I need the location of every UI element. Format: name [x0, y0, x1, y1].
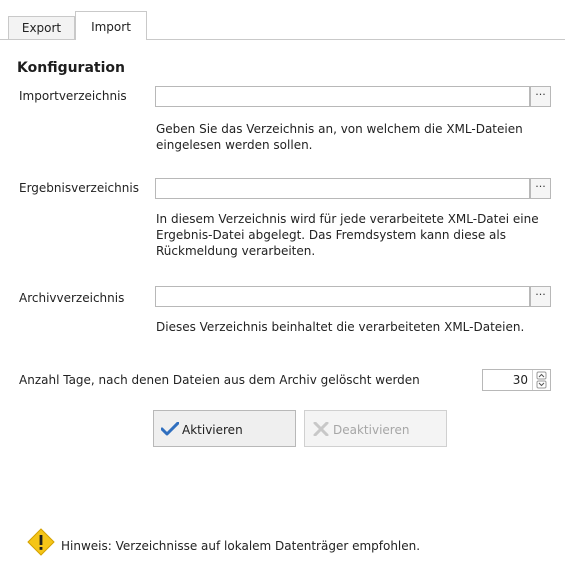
deactivate-button[interactable]: Deaktivieren [304, 410, 447, 447]
tab-bar: Export Import [0, 0, 565, 40]
import-dir-browse-button[interactable]: ··· [530, 86, 551, 107]
archive-dir-help: Dieses Verzeichnis beinhaltet die verarb… [156, 319, 524, 335]
result-dir-help: In diesem Verzeichnis wird für jede vera… [156, 211, 539, 259]
import-dir-label: Importverzeichnis [19, 89, 127, 103]
import-dir-input[interactable] [155, 86, 530, 107]
result-dir-help-line: Rückmeldung verarbeiten. [156, 244, 316, 258]
archive-dir-browse-button[interactable]: ··· [530, 286, 551, 307]
archive-dir-input[interactable] [155, 286, 530, 307]
hint-text: Hinweis: Verzeichnisse auf lokalem Daten… [61, 539, 421, 553]
import-dir-help-line: eingelesen werden sollen. [156, 138, 313, 152]
activate-label: Aktivieren [182, 423, 243, 437]
days-value: 30 [512, 373, 528, 387]
deactivate-label: Deaktivieren [333, 423, 410, 437]
result-dir-label: Ergebnisverzeichnis [19, 181, 139, 195]
spin-arrows-icon [536, 371, 547, 389]
import-dir-help-line: Geben Sie das Verzeichnis an, von welche… [156, 122, 523, 136]
cross-icon [312, 421, 330, 437]
warning-icon [26, 527, 56, 557]
spin-arrows[interactable] [532, 370, 550, 390]
result-dir-input[interactable] [155, 178, 530, 199]
result-dir-help-line: In diesem Verzeichnis wird für jede vera… [156, 212, 539, 226]
tab-export[interactable]: Export [8, 16, 75, 39]
result-dir-help-line: Ergebnis-Datei abgelegt. Das Fremdsystem… [156, 228, 506, 242]
archive-dir-label: Archivverzeichnis [19, 291, 125, 305]
import-dir-help: Geben Sie das Verzeichnis an, von welche… [156, 121, 523, 153]
check-icon [160, 421, 180, 436]
result-dir-browse-button[interactable]: ··· [530, 178, 551, 199]
tab-import[interactable]: Import [75, 11, 147, 40]
days-spinner[interactable]: 30 [482, 369, 551, 391]
archive-dir-help-line: Dieses Verzeichnis beinhaltet die verarb… [156, 320, 525, 334]
days-label: Anzahl Tage, nach denen Dateien aus dem … [19, 373, 420, 387]
section-title: Konfiguration [17, 60, 125, 76]
activate-button[interactable]: Aktivieren [153, 410, 296, 447]
